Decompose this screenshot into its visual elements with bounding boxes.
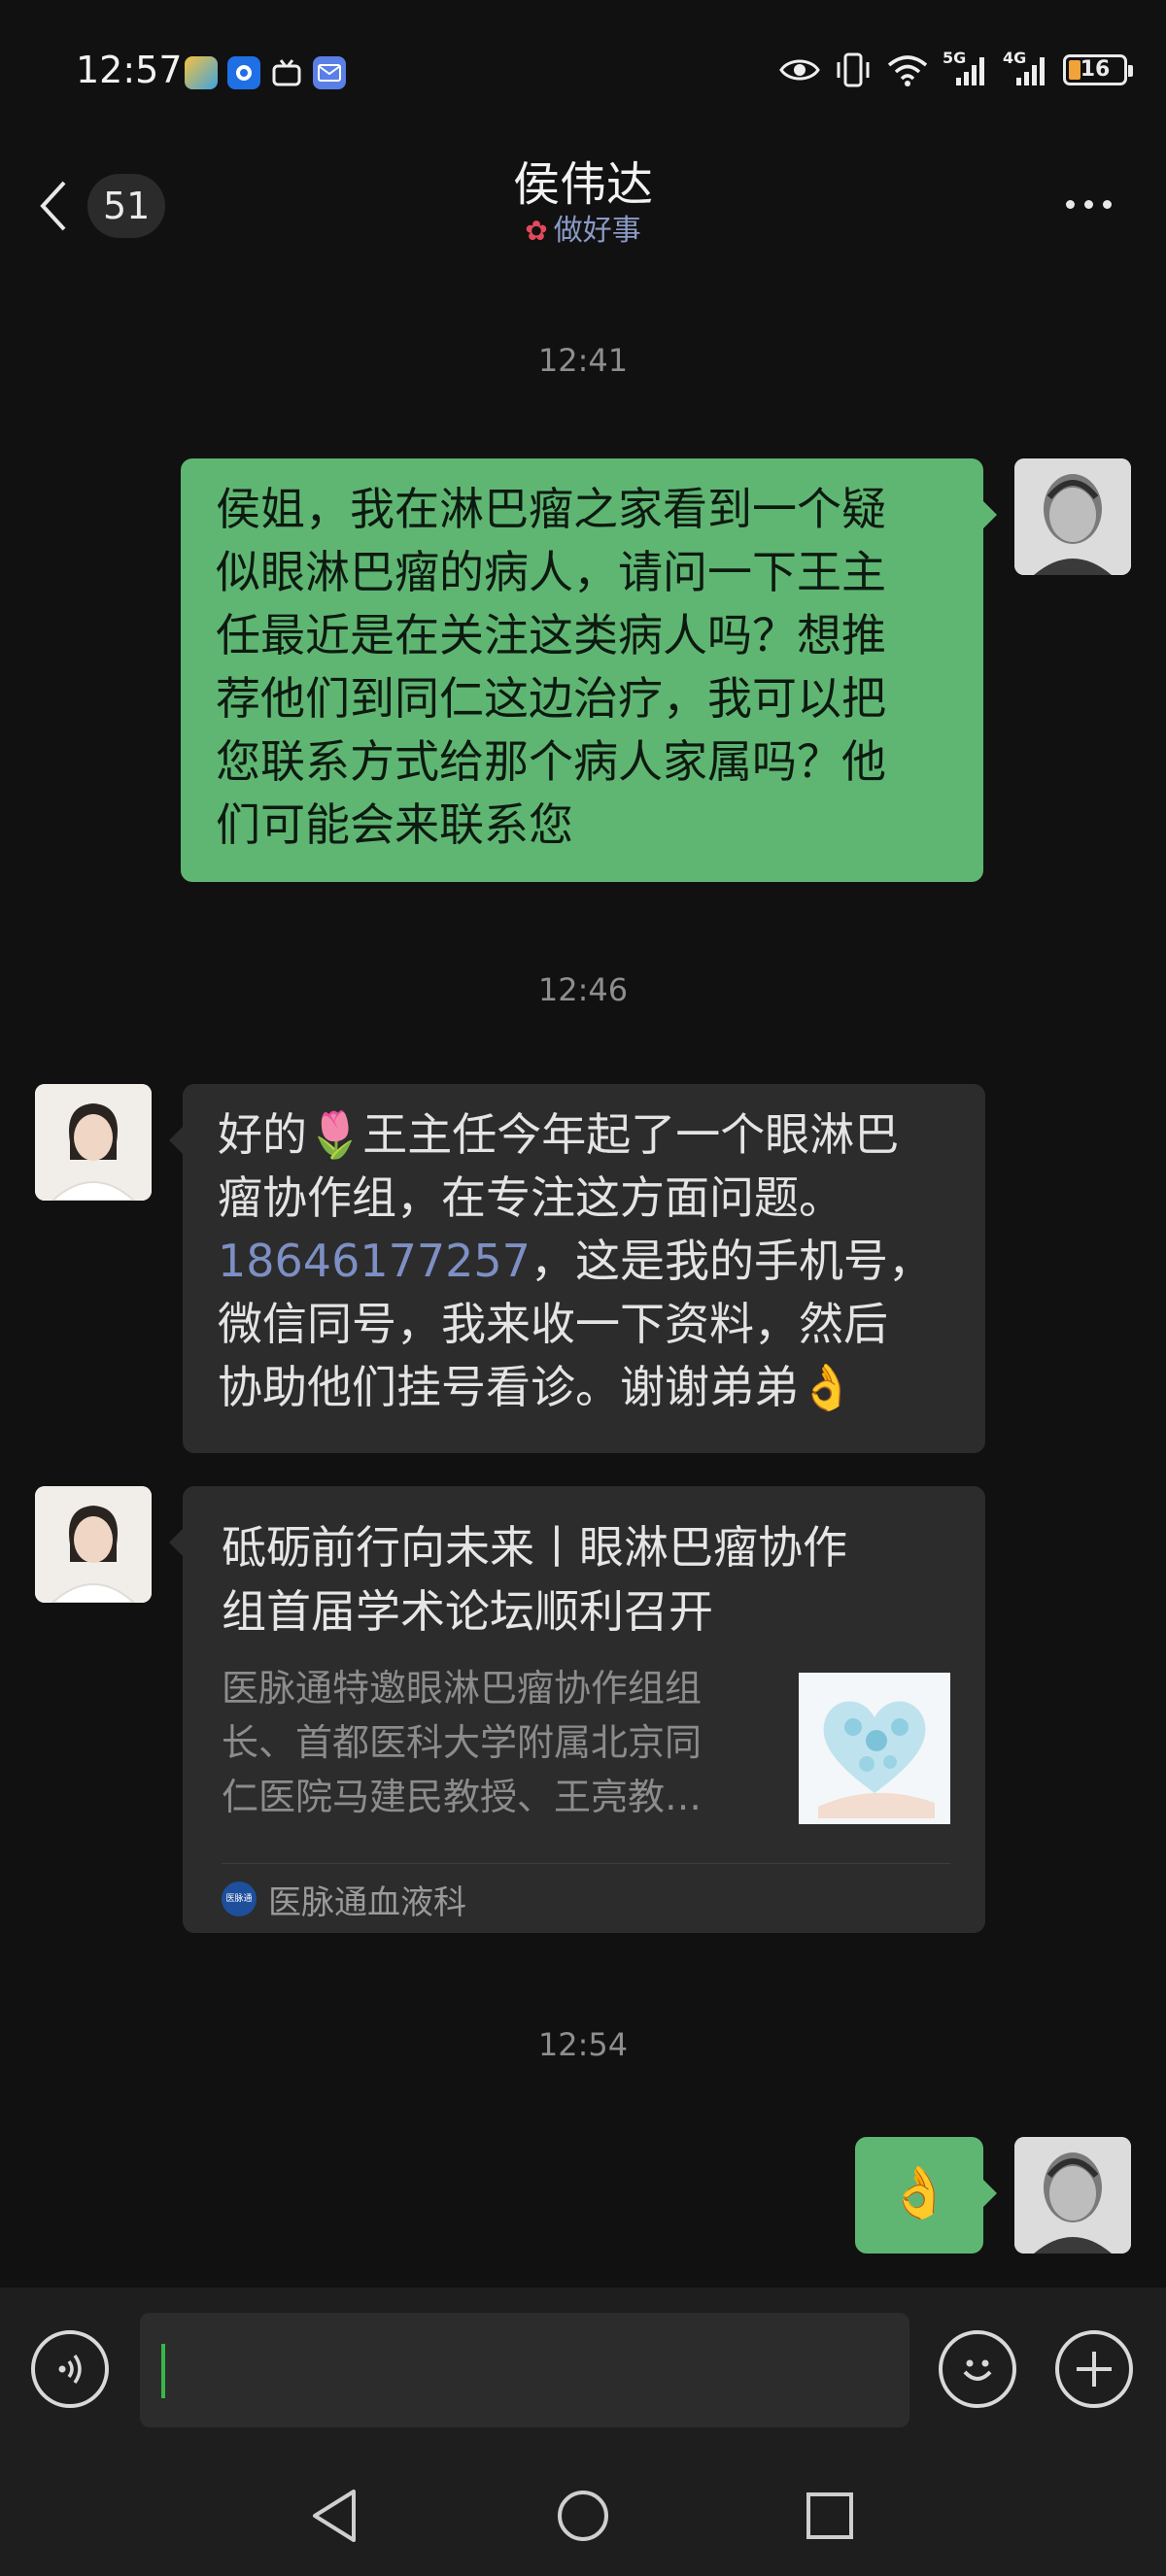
- message-line: 瘤协作组，在专注这方面问题。: [218, 1171, 843, 1224]
- voice-icon: [58, 2354, 82, 2385]
- plus-icon: [1077, 2352, 1112, 2387]
- back-nav-icon: [313, 2490, 356, 2542]
- link-card-desc-line: 医脉通特邀眼淋巴瘤协作组组: [222, 1667, 703, 1710]
- ok-hand-emoji-icon: 👌: [799, 1361, 855, 1413]
- nav-back-button[interactable]: [297, 2482, 375, 2550]
- signal-4g-icon: 4G: [1003, 49, 1049, 87]
- link-card-title: 砥砺前行向未来丨眼淋巴瘤协作 组首届学术论坛顺利召开: [222, 1515, 960, 1644]
- message-line: 您联系方式给那个病人家属吗？他: [216, 735, 886, 788]
- message-line: 荐他们到同仁这边治疗，我可以把: [216, 672, 886, 725]
- message-line: 协助他们挂号看诊。谢谢弟弟👌: [218, 1356, 950, 1419]
- avatar-self[interactable]: [1014, 2137, 1131, 2254]
- bubble-tail: [169, 1529, 183, 1556]
- signal-5g-icon: 5G: [943, 49, 989, 87]
- tulip-emoji-icon: 🌷: [307, 1108, 363, 1161]
- message-bubble-self[interactable]: 侯姐，我在淋巴瘤之家看到一个疑 似眼淋巴瘤的病人，请问一下王主 任最近是在关注这…: [181, 458, 983, 882]
- link-card[interactable]: 砥砺前行向未来丨眼淋巴瘤协作 组首届学术论坛顺利召开 医脉通特邀眼淋巴瘤协作组组…: [183, 1486, 985, 1933]
- status-bar: 12:57 5G 4G 16: [0, 0, 1166, 146]
- message-text: 好的: [218, 1108, 307, 1161]
- source-name: 医脉通血液科: [268, 1882, 466, 1922]
- link-card-desc-line: 长、首都医科大学附属北京同: [222, 1721, 703, 1764]
- text-caret: [161, 2344, 165, 2398]
- avatar-self[interactable]: [1014, 458, 1131, 575]
- more-options-button[interactable]: [1049, 185, 1127, 223]
- message-text: 协助他们挂号看诊。谢谢弟弟: [218, 1361, 799, 1413]
- message-line: 们可能会来联系您: [216, 798, 573, 851]
- system-nav-bar: [0, 2453, 1166, 2576]
- more-dot-icon: [1102, 199, 1112, 209]
- link-card-source: 医脉通 医脉通血液科: [222, 1875, 466, 1923]
- vibrate-icon: [837, 52, 870, 87]
- system-status-icons: 5G 4G 16: [779, 49, 1133, 87]
- home-nav-icon: [558, 2491, 608, 2541]
- contact-name[interactable]: 侯伟达: [0, 146, 1166, 214]
- contact-status[interactable]: ✿ 做好事: [0, 206, 1166, 249]
- battery-level: 16: [1080, 57, 1111, 82]
- wifi-icon: [887, 55, 928, 86]
- message-bubble-self[interactable]: 👌: [855, 2137, 983, 2254]
- voice-input-button[interactable]: [31, 2330, 109, 2408]
- message-bubble-contact[interactable]: 好的🌷王主任今年起了一个眼淋巴 瘤协作组，在专注这方面问题。 186461772…: [183, 1084, 985, 1453]
- chat-header: 51 侯伟达 ✿ 做好事: [0, 146, 1166, 272]
- nav-recents-button[interactable]: [791, 2482, 869, 2550]
- browser-app-icon: [227, 56, 260, 89]
- more-dot-icon: [1083, 199, 1093, 209]
- message-line: 好的🌷王主任今年起了一个眼淋巴: [218, 1103, 950, 1167]
- plus-button[interactable]: [1055, 2330, 1133, 2408]
- weather-app-icon: [185, 56, 218, 89]
- emoji-icon: [963, 2359, 992, 2381]
- message-line: 18646177257，这是我的手机号，: [218, 1230, 950, 1293]
- timestamp: 12:54: [537, 2026, 629, 2063]
- contact-status-text: 做好事: [553, 214, 641, 248]
- eye-icon: [779, 59, 820, 81]
- link-card-title-line: 组首届学术论坛顺利召开: [222, 1585, 713, 1638]
- bubble-tail: [983, 501, 997, 528]
- more-dot-icon: [1065, 199, 1075, 209]
- message-text: 王主任今年起了一个眼淋巴: [362, 1108, 900, 1161]
- source-logo-icon: 医脉通: [222, 1881, 257, 1916]
- link-card-title-line: 砥砺前行向未来丨眼淋巴瘤协作: [222, 1521, 847, 1574]
- bubble-tail: [983, 2180, 997, 2207]
- avatar-contact[interactable]: [35, 1486, 152, 1603]
- notification-icons: [185, 56, 346, 89]
- emoji-button[interactable]: [939, 2330, 1016, 2408]
- flower-icon: ✿: [525, 215, 548, 247]
- battery-icon: 16: [1063, 54, 1133, 85]
- nav-home-button[interactable]: [544, 2482, 622, 2550]
- message-line: 任最近是在关注这类病人吗？想推: [216, 609, 886, 661]
- input-bar: [0, 2288, 1166, 2453]
- link-card-description: 医脉通特邀眼淋巴瘤协作组组 长、首都医科大学附属北京同 仁医院马建民教授、王亮教…: [222, 1661, 766, 1824]
- message-text: ，这是我的手机号，: [530, 1235, 933, 1287]
- message-line: 微信同号，我来收一下资料，然后: [218, 1298, 888, 1350]
- bilibili-app-icon: [270, 56, 303, 89]
- message-input[interactable]: [140, 2313, 909, 2427]
- bubble-tail: [169, 1127, 183, 1154]
- timestamp: 12:46: [537, 971, 629, 1008]
- status-time: 12:57: [76, 49, 183, 91]
- message-line: 侯姐，我在淋巴瘤之家看到一个疑: [216, 483, 886, 535]
- mail-app-icon: [313, 56, 346, 89]
- message-line: 似眼淋巴瘤的病人，请问一下王主: [216, 546, 886, 598]
- ok-hand-emoji-icon: 👌: [887, 2164, 951, 2222]
- link-card-thumbnail: [799, 1673, 950, 1824]
- divider: [222, 1863, 950, 1864]
- avatar-contact[interactable]: [35, 1084, 152, 1201]
- recents-nav-icon: [806, 2492, 853, 2539]
- link-card-desc-line: 仁医院马建民教授、王亮教…: [222, 1776, 703, 1818]
- phone-number-link[interactable]: 18646177257: [218, 1235, 531, 1287]
- timestamp: 12:41: [537, 342, 629, 379]
